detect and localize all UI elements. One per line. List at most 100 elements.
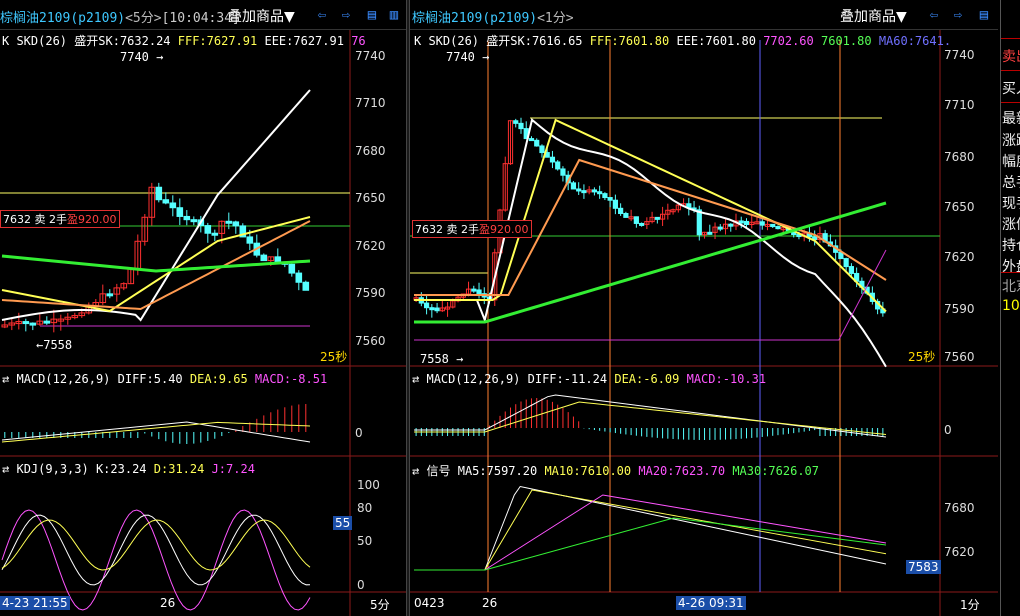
kdj-j: J:7.24 <box>211 462 255 476</box>
candle <box>728 223 734 227</box>
candle <box>260 254 268 262</box>
contract-title: 棕榈油2109(p2109)<1分> <box>412 7 574 26</box>
period-label[interactable]: <5分> <box>125 11 161 26</box>
date-mark: 0423 <box>414 596 445 610</box>
price-tick: 7740 <box>355 49 386 63</box>
quote-label: 总手 <box>1002 175 1020 191</box>
macd-diff: DIFF:-11.24 <box>527 372 608 386</box>
indicator-line <box>414 489 887 571</box>
period-mark[interactable]: 5分 <box>368 596 392 613</box>
chart-canvas-1min[interactable] <box>410 0 998 616</box>
window-icon[interactable]: ▥ <box>386 7 402 23</box>
ma30-value: MA30:7626.07 <box>732 464 820 478</box>
ma-line <box>414 118 887 313</box>
countdown: 25秒 <box>320 350 348 364</box>
candle <box>155 186 163 201</box>
chart-pane-5min[interactable]: 棕榈油2109(p2109)<5分>[10:04:34] 叠加商品▼ ⇦ ⇨ ▤… <box>0 0 406 616</box>
macd-tick: 0 <box>355 426 363 440</box>
indicator-line <box>414 494 887 571</box>
next-arrow-icon[interactable]: ⇨ <box>950 7 966 23</box>
overlay-goods-dropdown[interactable]: 叠加商品▼ <box>228 6 295 26</box>
layout-icon[interactable]: ▤ <box>976 7 992 23</box>
order-pl: 盈920.00 <box>67 213 117 226</box>
day-mark: 26 <box>160 596 176 610</box>
kdj-tick: 0 <box>357 578 365 592</box>
prev-arrow-icon[interactable]: ⇦ <box>314 7 330 23</box>
contract-symbol: 棕榈油2109 <box>0 11 71 26</box>
price-tick: 7740 <box>944 48 975 62</box>
order-marker[interactable]: 7632 卖 2手盈920.00 <box>412 220 532 238</box>
overlay-goods-dropdown[interactable]: 叠加商品▼ <box>840 6 907 26</box>
order-marker[interactable]: 7632 卖 2手盈920.00 <box>0 210 120 228</box>
buy-button[interactable]: 买入 <box>1002 78 1020 98</box>
divider-line <box>1001 70 1020 71</box>
indicator-line <box>414 485 887 571</box>
layout-icon[interactable]: ▤ <box>364 7 380 23</box>
low-price-value: 7558 <box>420 352 449 366</box>
price-tick: 7710 <box>355 96 386 110</box>
swap-icon[interactable]: ⇄ <box>412 464 419 478</box>
contract-symbol: 棕榈油2109 <box>412 11 483 26</box>
countdown: 25秒 <box>908 350 936 364</box>
order-qty: 2手 <box>461 223 479 236</box>
swap-icon[interactable]: ⇄ <box>2 462 9 476</box>
indicator-line <box>1 509 311 611</box>
next-arrow-icon[interactable]: ⇨ <box>338 7 354 23</box>
ma-value-1: 7702.60 <box>763 34 814 48</box>
quote-side-panel: 卖出 买入 最新 涨跌 幅度 总手 现手 涨停 持仓 外盘 北京 10: <box>1000 0 1020 616</box>
ma-value-2: 7601.80 <box>821 34 872 48</box>
candle <box>738 220 744 224</box>
signal-tick: 7680 <box>944 501 975 515</box>
eee-value: EEE:7601.80 <box>676 34 756 48</box>
signal-legend: ⇄ 信号 MA5:7597.20 MA10:7610.00 MA20:7623.… <box>412 462 819 479</box>
eee-value: EEE:7627.91 <box>264 34 344 48</box>
divider-line <box>1001 38 1020 39</box>
order-side: 卖 <box>34 213 46 226</box>
candle <box>211 232 219 236</box>
period-label[interactable]: <1分> <box>537 11 573 26</box>
price-tick: 7650 <box>355 191 386 205</box>
region-label: 北京 <box>1002 279 1020 295</box>
candle <box>633 216 639 224</box>
candle <box>607 197 613 201</box>
candle <box>471 288 477 292</box>
kdj-k: K:23.24 <box>95 462 147 476</box>
low-price-note: ←7558 <box>36 338 73 352</box>
main-legend: K SKD(26) 盛开SK:7632.24 FFF:7627.91 EEE:7… <box>2 32 366 49</box>
period-mark[interactable]: 1分 <box>958 596 982 613</box>
quote-label: 幅度 <box>1002 154 1020 170</box>
candle <box>183 215 191 221</box>
candle <box>654 216 660 220</box>
price-tick: 7710 <box>944 98 975 112</box>
candle <box>22 321 30 325</box>
price-tick: 7620 <box>944 250 975 264</box>
candle <box>848 266 854 274</box>
title-bar: 棕榈油2109(p2109)<5分>[10:04:34] 叠加商品▼ ⇦ ⇨ ▤… <box>0 0 406 30</box>
candle <box>549 156 556 163</box>
order-qty: 2手 <box>49 213 67 226</box>
price-tick: 7590 <box>355 286 386 300</box>
order-price: 7632 <box>3 213 31 226</box>
candle <box>434 307 440 312</box>
swap-icon[interactable]: ⇄ <box>2 372 9 386</box>
swap-icon[interactable]: ⇄ <box>412 372 419 386</box>
ma60-value: MA60:7641. <box>878 34 952 48</box>
cursor-time-badge: 4-23 21:55 <box>0 596 70 610</box>
candle <box>770 223 776 228</box>
sell-button[interactable]: 卖出 <box>1002 46 1020 66</box>
macd-legend: ⇄ MACD(12,26,9) DIFF:5.40 DEA:9.65 MACD:… <box>2 372 327 386</box>
price-tick: 7680 <box>355 144 386 158</box>
candle <box>295 272 303 283</box>
day-mark: 26 <box>482 596 498 610</box>
macd-value: MACD:-10.31 <box>686 372 767 386</box>
macd-name: MACD(12,26,9) <box>426 372 521 386</box>
order-price: 7632 <box>415 223 443 236</box>
indicator-line <box>414 517 887 571</box>
low-price-note: 7558 → <box>420 352 464 366</box>
price-tick: 7650 <box>944 200 975 214</box>
indicator-line <box>1 514 311 586</box>
prev-arrow-icon[interactable]: ⇦ <box>926 7 942 23</box>
chart-pane-1min[interactable]: 棕榈油2109(p2109)<1分> 叠加商品▼ ⇦ ⇨ ▤ K SKD(26)… <box>410 0 998 616</box>
candle <box>288 263 296 274</box>
quote-label: 现手 <box>1002 196 1020 212</box>
